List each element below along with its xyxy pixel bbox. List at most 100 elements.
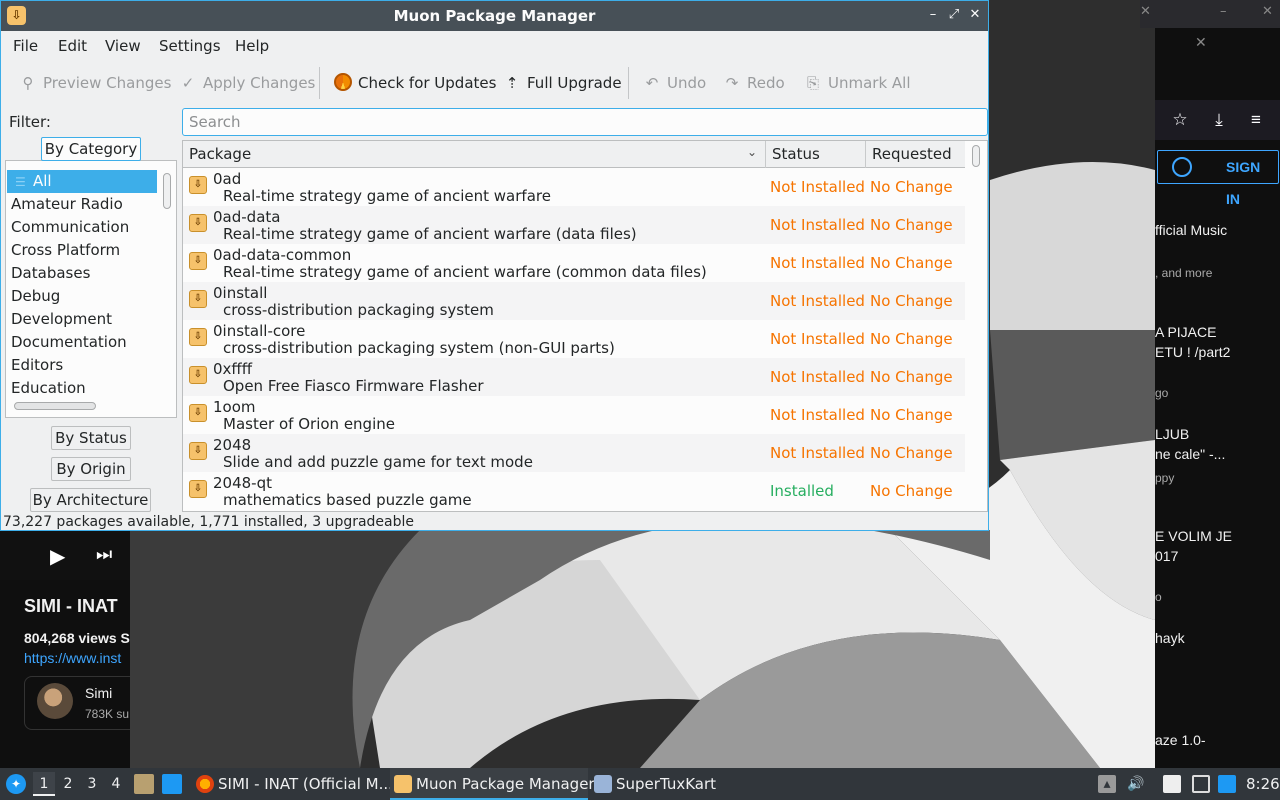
full-upgrade-label: Full Upgrade [527, 74, 622, 92]
desktop-1-button[interactable]: 1 [33, 772, 55, 796]
table-row[interactable]: ⇩ 1oom Master of Orion engine Not Installed… [183, 396, 965, 434]
recommendation-title[interactable]: aze 1.0- [1155, 732, 1206, 748]
category-item[interactable]: Cross Platform [7, 239, 157, 262]
tab-close-icon[interactable]: ✕ [1195, 28, 1207, 56]
table-row[interactable]: ⇩ 0ad-data Real-time strategy game of anci… [183, 206, 965, 244]
check-for-updates-button[interactable]: Check for Updates [334, 71, 496, 95]
task-supertuxkart[interactable]: SuperTuxKart [590, 768, 720, 800]
file-manager-icon[interactable] [134, 774, 154, 794]
column-header-package[interactable]: Package [183, 141, 766, 168]
category-horizontal-scrollbar[interactable] [14, 402, 96, 410]
table-row[interactable]: ⇩ 2048-qt mathematics based puzzle game Ins… [183, 472, 965, 510]
download-icon[interactable]: ⤓ [1207, 108, 1231, 132]
tab-by-origin[interactable]: By Origin [51, 457, 131, 481]
search-input[interactable] [182, 108, 988, 136]
title-bar[interactable]: ⇩ Muon Package Manager – ⤢ ✕ [1, 1, 988, 31]
category-item[interactable]: Documentation [7, 331, 157, 354]
app-launcher-icon[interactable]: ✦ [6, 774, 26, 794]
undo-button[interactable]: ↶ Undo [643, 71, 706, 95]
full-upgrade-button[interactable]: ⇡ Full Upgrade [503, 71, 622, 95]
apply-changes-button[interactable]: ✓ Apply Changes [179, 71, 316, 95]
menu-icon[interactable]: ≡ [1244, 108, 1268, 132]
task-muon[interactable]: Muon Package Manager [390, 768, 595, 800]
category-item[interactable]: Databases [7, 262, 157, 285]
category-item[interactable]: Communication [7, 216, 157, 239]
desktop-3-button[interactable]: 3 [81, 772, 103, 796]
tab-by-architecture[interactable]: By Architecture [30, 488, 151, 512]
desktop-2-button[interactable]: 2 [57, 772, 79, 796]
chevron-down-icon[interactable]: ⌄ [747, 145, 757, 159]
close-icon[interactable]: ✕ [965, 5, 985, 25]
table-row[interactable]: ⇩ 0xffff Open Free Fiasco Firmware Flasher… [183, 358, 965, 396]
volume-icon[interactable]: 🔊 [1127, 775, 1145, 793]
tab-by-status[interactable]: By Status [51, 426, 131, 450]
user-icon [1172, 157, 1192, 177]
recommendation-title[interactable]: A PIJACE [1155, 324, 1216, 340]
play-icon[interactable]: ▶ [50, 544, 65, 568]
video-link[interactable]: https://www.inst [24, 650, 121, 666]
checkmark-icon: ✓ [181, 74, 195, 92]
bookmark-star-icon[interactable]: ☆ [1168, 108, 1192, 132]
clipboard-icon[interactable]: ▴ [1098, 775, 1116, 793]
clock[interactable]: 8:26 [1246, 775, 1280, 793]
recommendation-title-line2[interactable]: 017 [1155, 548, 1178, 564]
recommendation-title[interactable]: fficial Music [1155, 222, 1227, 238]
preview-changes-button[interactable]: ⚲ Preview Changes [19, 71, 172, 95]
unmark-all-button[interactable]: ⎘ Unmark All [804, 71, 911, 95]
column-header-requested[interactable]: Requested [866, 141, 965, 168]
recommendation-title[interactable]: hayk [1155, 630, 1185, 646]
task-firefox[interactable]: SIMI - INAT (Official M... [192, 768, 393, 800]
menu-file[interactable]: File [13, 37, 38, 55]
table-row[interactable]: ⇩ 0ad-data-common Real-time strategy game … [183, 244, 965, 282]
redo-button[interactable]: ↷ Redo [723, 71, 785, 95]
package-name: 0install-core [213, 322, 306, 340]
network-icon[interactable] [1218, 775, 1236, 793]
table-row[interactable]: ⇩ 0ad Real-time strategy game of ancient w… [183, 168, 965, 206]
recommendation-title[interactable]: LJUB [1155, 426, 1189, 442]
notes-icon[interactable] [1163, 775, 1181, 793]
package-status: Not Installed [770, 216, 865, 234]
package-description: Real-time strategy game of ancient warfa… [223, 187, 551, 205]
menu-view[interactable]: View [105, 37, 141, 55]
table-row[interactable]: ⇩ 0install-core cross-distribution packagi… [183, 320, 965, 358]
background-close-icon[interactable]: ✕ [1262, 4, 1273, 19]
category-vertical-scrollbar[interactable] [163, 173, 171, 209]
menu-settings[interactable]: Settings [159, 37, 221, 55]
background-minimize-icon[interactable]: – [1220, 4, 1227, 19]
window-title: Muon Package Manager [393, 7, 596, 25]
background-close-icon[interactable]: ✕ [1140, 4, 1151, 19]
recommendation-title[interactable]: E VOLIM JE [1155, 528, 1232, 544]
channel-avatar[interactable] [37, 683, 73, 719]
maximize-icon[interactable]: ⤢ [944, 5, 964, 25]
channel-name[interactable]: Simi [85, 685, 112, 701]
tab-by-category[interactable]: By Category [41, 137, 141, 161]
undo-label: Undo [667, 74, 707, 92]
column-header-status[interactable]: Status [766, 141, 866, 168]
recommendation-title-line2[interactable]: ne cale" -... [1155, 446, 1225, 462]
minimize-icon[interactable]: – [923, 5, 943, 25]
category-item[interactable]: Editors [7, 354, 157, 377]
menu-help[interactable]: Help [235, 37, 269, 55]
category-item[interactable]: Development [7, 308, 157, 331]
desktop-4-button[interactable]: 4 [105, 772, 127, 796]
table-row[interactable]: ⇩ 2048 Slide and add puzzle game for text … [183, 434, 965, 472]
category-item[interactable]: Debug [7, 285, 157, 308]
package-status: Not Installed [770, 406, 865, 424]
window-icon [594, 775, 612, 793]
sign-in-button[interactable]: SIGN IN [1157, 150, 1279, 207]
category-item-all[interactable]: ☰ All [7, 170, 157, 193]
display-icon[interactable] [1192, 775, 1210, 793]
category-item[interactable]: Education [7, 377, 157, 396]
category-item[interactable]: Amateur Radio [7, 193, 157, 216]
show-desktop-icon[interactable] [162, 774, 182, 794]
next-icon[interactable]: ⏭ [96, 544, 112, 565]
table-header: Package ⌄ Status Requested [183, 141, 965, 168]
recommendation-title-line2[interactable]: ETU ! /part2 [1155, 344, 1230, 360]
package-status: Not Installed [770, 330, 865, 348]
sign-in-label: SIGN IN [1226, 159, 1261, 207]
unmark-all-label: Unmark All [828, 74, 911, 92]
table-row[interactable]: ⇩ 0install cross-distribution packaging sy… [183, 282, 965, 320]
package-vertical-scrollbar[interactable] [972, 145, 980, 167]
menu-edit[interactable]: Edit [58, 37, 87, 55]
package-name: 0xffff [213, 360, 253, 378]
